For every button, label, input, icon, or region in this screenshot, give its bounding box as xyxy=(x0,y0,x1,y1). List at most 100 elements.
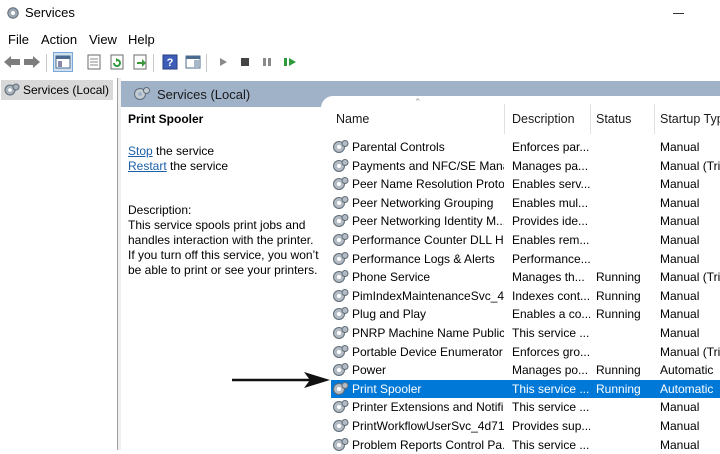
pointer-arrow xyxy=(232,372,330,388)
list-header: ⌃ Name Description Status Startup Type xyxy=(321,96,720,140)
stop-service-link[interactable]: Stop xyxy=(128,144,153,158)
service-gear-icon xyxy=(333,326,349,339)
table-row[interactable]: Peer Networking Identity M... Provides id… xyxy=(331,212,720,230)
table-row[interactable]: Performance Logs & Alerts Performance... M… xyxy=(331,250,720,268)
table-row[interactable]: Peer Networking Grouping Enables mul... Ma… xyxy=(331,194,720,212)
tree-item-services-local[interactable]: Services (Local) xyxy=(1,80,113,100)
service-startup-type: Manual xyxy=(660,140,700,154)
service-name: Printer Extensions and Notifi... xyxy=(352,400,504,415)
table-row-selected[interactable]: Print Spooler This service ... Running Auto… xyxy=(331,379,720,398)
description-line: handles interaction with the printer. xyxy=(128,233,314,247)
menu-action[interactable]: Action xyxy=(41,32,77,47)
show-hide-tree-icon[interactable] xyxy=(53,52,73,72)
service-description: Enforces par... xyxy=(512,140,590,154)
table-row[interactable]: Problem Reports Control Pa... This servic… xyxy=(331,436,720,454)
restart-line: Restart the service xyxy=(128,159,228,173)
menu-view[interactable]: View xyxy=(89,32,117,47)
table-row[interactable]: Plug and Play Enables a co... Running Manua… xyxy=(331,305,720,323)
start-service-icon[interactable] xyxy=(213,52,233,72)
service-name: Peer Networking Grouping xyxy=(352,195,494,210)
svg-text:?: ? xyxy=(167,57,174,69)
service-gear-icon xyxy=(333,381,349,395)
table-row[interactable]: Performance Counter DLL H... Enables rem.… xyxy=(331,231,720,249)
service-name: PNRP Machine Name Public... xyxy=(352,326,504,340)
toolbar: ? xyxy=(0,50,720,76)
service-gear-icon xyxy=(333,251,349,265)
description-label: Description: xyxy=(128,203,192,217)
stop-suffix: the service xyxy=(152,144,215,158)
service-startup-type: Manual xyxy=(660,177,700,192)
service-name: Plug and Play xyxy=(352,307,427,322)
service-gear-icon xyxy=(333,214,349,228)
export-list-icon[interactable] xyxy=(130,52,150,72)
forward-icon[interactable] xyxy=(22,52,42,72)
service-startup-type: Manual xyxy=(660,419,700,433)
toolbar-separator xyxy=(206,54,207,72)
menu-bar: File Action View Help xyxy=(0,28,720,50)
stop-service-icon[interactable] xyxy=(235,52,255,72)
column-header-status[interactable]: Status xyxy=(596,112,631,126)
service-description: Enables a co... xyxy=(512,307,590,322)
services-gear-icon xyxy=(7,7,19,19)
service-startup-type: Manual xyxy=(660,400,700,415)
service-gear-icon xyxy=(333,344,349,358)
services-pane: Services (Local) Print Spooler Stop the … xyxy=(121,78,720,452)
column-divider[interactable] xyxy=(590,104,591,134)
service-startup-type: Manual (Trig xyxy=(660,344,720,359)
service-description: Provides sup... xyxy=(512,419,590,433)
menu-file[interactable]: File xyxy=(8,32,29,47)
service-description: Manages po... xyxy=(512,363,589,378)
column-header-name[interactable]: Name xyxy=(336,112,369,126)
table-row[interactable]: PNRP Machine Name Public... This service … xyxy=(331,324,720,342)
service-description: This service ... xyxy=(512,437,590,452)
column-header-startup-type[interactable]: Startup Type xyxy=(660,112,720,126)
table-row[interactable]: Peer Name Resolution Proto... Enables ser… xyxy=(331,175,720,193)
service-description-panel: Print Spooler Stop the service Restart t… xyxy=(121,108,331,450)
table-row[interactable]: Printer Extensions and Notifi... This ser… xyxy=(331,398,720,416)
menu-help[interactable]: Help xyxy=(128,32,155,47)
column-divider[interactable] xyxy=(654,104,655,134)
service-description: Manages pa... xyxy=(512,158,589,173)
refresh-icon[interactable] xyxy=(107,52,127,72)
table-row[interactable]: Phone Service Manages th... Running Manual … xyxy=(331,268,720,286)
table-row[interactable]: PimIndexMaintenanceSvc_4... Indexes cont.… xyxy=(331,287,720,305)
service-description: This service ... xyxy=(512,400,590,415)
service-gear-icon xyxy=(333,307,349,321)
restart-service-link[interactable]: Restart xyxy=(128,159,167,173)
service-startup-type: Manual xyxy=(660,251,700,266)
service-description: Enables rem... xyxy=(512,233,590,247)
column-header-description[interactable]: Description xyxy=(512,112,575,126)
table-row[interactable]: Power Manages po... Running Automatic xyxy=(331,361,720,379)
properties-icon[interactable] xyxy=(84,52,104,72)
services-gear-icon xyxy=(134,87,150,100)
toolbar-separator xyxy=(46,54,47,72)
table-row[interactable]: Parental Controls Enforces par... Manual xyxy=(331,138,720,156)
service-startup-type: Automatic xyxy=(660,363,714,378)
table-row[interactable]: PrintWorkflowUserSvc_4d716 Provides sup..… xyxy=(331,417,720,435)
service-description: This service ... xyxy=(512,381,590,396)
service-name: Problem Reports Control Pa... xyxy=(352,437,504,452)
table-row[interactable]: Portable Device Enumerator ... Enforces g… xyxy=(331,343,720,361)
service-startup-type: Manual xyxy=(660,307,700,322)
service-gear-icon xyxy=(333,419,349,432)
service-name: Power xyxy=(352,363,387,378)
console-icon[interactable] xyxy=(183,52,203,72)
service-startup-type: Manual xyxy=(660,214,700,229)
stop-line: Stop the service xyxy=(128,144,214,158)
description-line: This service spools print jobs and xyxy=(128,218,306,232)
window-title: Services xyxy=(25,5,75,20)
service-description: Indexes cont... xyxy=(512,288,590,303)
minimize-button[interactable] xyxy=(664,2,694,24)
services-list: ⌃ Name Description Status Startup Type P… xyxy=(321,96,720,452)
service-startup-type: Manual xyxy=(660,195,700,210)
tree-item-label: Services (Local) xyxy=(23,83,110,97)
back-icon[interactable] xyxy=(2,52,22,72)
restart-service-icon[interactable] xyxy=(280,52,300,72)
service-gear-icon xyxy=(333,437,349,451)
help-icon[interactable]: ? xyxy=(160,52,180,72)
table-row[interactable]: Payments and NFC/SE Mana... Manages pa...… xyxy=(331,157,720,175)
service-startup-type: Manual xyxy=(660,233,700,247)
column-divider[interactable] xyxy=(504,104,505,134)
pause-service-icon[interactable] xyxy=(257,52,277,72)
service-description: Performance... xyxy=(512,251,590,266)
